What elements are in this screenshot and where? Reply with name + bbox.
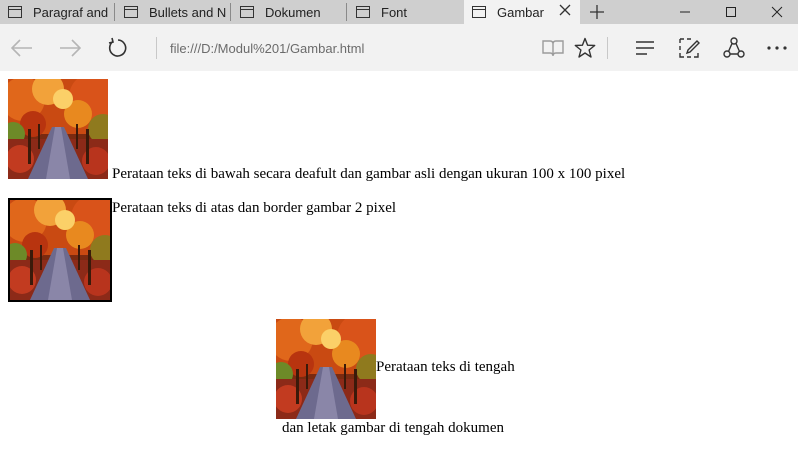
autumn-road-image (8, 79, 108, 179)
caption-middle-align: Perataan teks di tengah (376, 359, 515, 375)
web-note-icon (679, 38, 700, 58)
tab-label: Font (381, 4, 408, 20)
tab-divider (346, 3, 347, 21)
star-icon (574, 37, 596, 58)
navigation-bar: file:///D:/Modul%201/Gambar.html (0, 24, 798, 71)
hub-icon (636, 41, 654, 55)
toolbar-divider (607, 37, 608, 59)
page-icon (472, 6, 486, 18)
minimize-button[interactable] (662, 0, 708, 24)
back-button[interactable] (8, 34, 36, 62)
refresh-button[interactable] (104, 34, 132, 62)
arrow-left-icon (11, 39, 32, 57)
share-icon (723, 37, 745, 58)
page-icon (124, 6, 138, 18)
maximize-button[interactable] (708, 0, 754, 24)
more-icon (767, 46, 787, 50)
tab-label: Bullets and N (149, 4, 227, 20)
tab-strip: Paragraf and Bullets and N Dokumen Font … (0, 0, 798, 24)
page-icon (240, 6, 254, 18)
web-note-button[interactable] (675, 34, 703, 62)
tab-font[interactable]: Font (348, 0, 462, 24)
forward-button[interactable] (56, 34, 84, 62)
tab-label: Dokumen (265, 4, 321, 20)
close-window-button[interactable] (754, 0, 798, 24)
tab-dokumen[interactable]: Dokumen (232, 0, 346, 24)
favorite-button[interactable] (571, 34, 599, 62)
close-tab-icon[interactable] (556, 3, 574, 21)
tab-divider (114, 3, 115, 21)
reading-view-button[interactable] (539, 34, 567, 62)
more-button[interactable] (763, 34, 791, 62)
caption-center-document: dan letak gambar di tengah dokumen (282, 420, 505, 436)
tab-divider (230, 3, 231, 21)
autumn-road-image-bordered (8, 198, 112, 302)
caption-top-align: Perataan teks di atas dan border gambar … (112, 200, 397, 216)
tab-label: Paragraf and (33, 4, 109, 20)
refresh-icon (108, 37, 127, 57)
tab-label: Gambar (497, 4, 544, 20)
autumn-road-image-centered (276, 319, 376, 419)
address-field[interactable]: file:///D:/Modul%201/Gambar.html (170, 41, 364, 56)
page-content: Perataan teks di bawah secara deafult da… (0, 71, 798, 460)
book-icon (542, 40, 564, 57)
page-icon (8, 6, 22, 18)
new-tab-button[interactable] (584, 0, 610, 24)
page-icon (356, 6, 370, 18)
arrow-right-icon (60, 39, 81, 57)
tab-bullets[interactable]: Bullets and N (116, 0, 230, 24)
hub-button[interactable] (631, 34, 659, 62)
share-button[interactable] (720, 34, 748, 62)
tab-paragraf[interactable]: Paragraf and (0, 0, 114, 24)
caption-bottom-align: Perataan teks di bawah secara deafult da… (112, 166, 626, 182)
address-divider (156, 37, 157, 59)
